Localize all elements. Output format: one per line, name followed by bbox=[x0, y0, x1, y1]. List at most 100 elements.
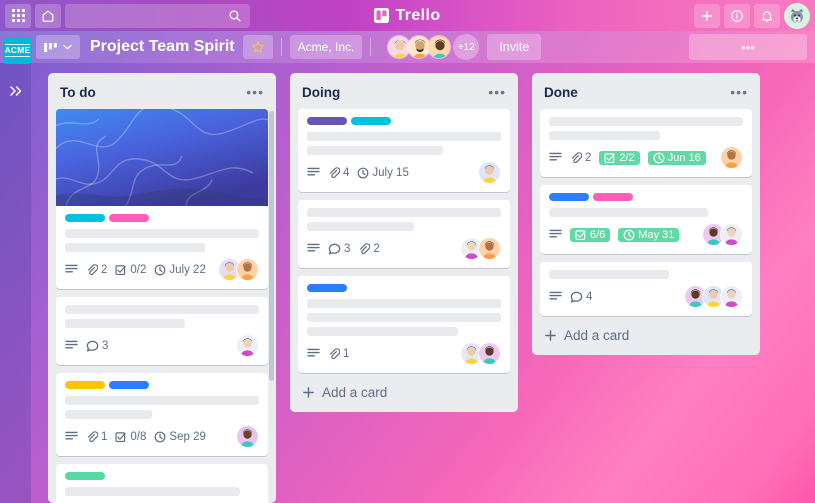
card-labels bbox=[549, 193, 743, 201]
top-bar-actions bbox=[694, 2, 810, 29]
badge-due: Sep 29 bbox=[154, 431, 206, 443]
avatar[interactable] bbox=[478, 237, 501, 260]
list-menu-dots-icon[interactable]: ••• bbox=[488, 84, 506, 100]
badge-due-done: Jun 16 bbox=[647, 150, 706, 165]
add-button[interactable] bbox=[694, 3, 720, 28]
avatar[interactable] bbox=[427, 35, 452, 59]
attachment-icon bbox=[86, 263, 98, 276]
card-members bbox=[460, 237, 501, 260]
list-header: Done ••• bbox=[532, 73, 760, 109]
badge-text: 4 bbox=[343, 166, 350, 179]
workspace-logo[interactable]: ACME bbox=[3, 37, 32, 64]
global-top-bar: Trello bbox=[0, 0, 815, 31]
add-card-button[interactable]: Add a card bbox=[290, 373, 518, 412]
card-label[interactable] bbox=[65, 381, 105, 389]
card-badges: 3 bbox=[65, 334, 259, 357]
avatar[interactable] bbox=[236, 425, 259, 448]
card-body: 1 0/8 Sep 29 bbox=[56, 373, 268, 456]
card-title-placeholder bbox=[549, 117, 743, 126]
card-title-placeholder bbox=[65, 487, 240, 496]
card-label[interactable] bbox=[351, 117, 391, 125]
badge-checklist: 0/8 bbox=[115, 431, 146, 443]
apps-grid-button[interactable] bbox=[5, 3, 31, 28]
list-title[interactable]: Done bbox=[544, 85, 578, 100]
badge-due-done: May 31 bbox=[618, 227, 680, 242]
card-members bbox=[702, 223, 743, 246]
badge-text: 4 bbox=[586, 290, 593, 303]
description-icon bbox=[307, 348, 320, 359]
card-labels bbox=[65, 381, 259, 389]
list-title[interactable]: To do bbox=[60, 85, 96, 100]
badge-description bbox=[307, 167, 320, 178]
search-input[interactable] bbox=[65, 3, 250, 28]
list-title[interactable]: Doing bbox=[302, 85, 340, 100]
badge-text: 2 bbox=[373, 242, 380, 255]
avatar[interactable] bbox=[720, 146, 743, 169]
card-label[interactable] bbox=[307, 117, 347, 125]
board-view-switcher[interactable] bbox=[36, 35, 80, 59]
card[interactable]: 1 bbox=[298, 276, 510, 373]
list-scrollbar[interactable] bbox=[269, 111, 274, 381]
badge-description bbox=[65, 340, 78, 351]
attachment-icon bbox=[358, 242, 371, 255]
workspace-name-button[interactable]: Acme, Inc. bbox=[289, 35, 363, 59]
avatar[interactable] bbox=[478, 161, 501, 184]
card-list: 2 0/2 July 22 3 1 0/8 Sep 29 bbox=[48, 109, 276, 503]
notifications-button[interactable] bbox=[754, 3, 780, 28]
page-title[interactable]: Project Team Spirit bbox=[90, 38, 235, 56]
card-members bbox=[684, 285, 743, 308]
avatar[interactable] bbox=[236, 334, 259, 357]
board-menu-button[interactable]: ••• bbox=[689, 34, 807, 60]
card-label[interactable] bbox=[109, 214, 149, 222]
card-label[interactable] bbox=[65, 214, 105, 222]
badge-text: 3 bbox=[344, 242, 351, 255]
card[interactable]: 1 0/8 Sep 29 bbox=[56, 373, 268, 456]
user-avatar-button[interactable] bbox=[784, 2, 810, 29]
card-label[interactable] bbox=[109, 381, 149, 389]
badge-text: Jun 16 bbox=[667, 151, 701, 164]
badge-text: 6/6 bbox=[590, 228, 606, 241]
board-header: Project Team Spirit Acme, Inc. +12 Invit… bbox=[0, 31, 815, 63]
card-label[interactable] bbox=[549, 193, 589, 201]
avatar[interactable] bbox=[720, 285, 743, 308]
list-menu-dots-icon[interactable]: ••• bbox=[246, 84, 264, 100]
card-title-placeholder bbox=[549, 131, 660, 140]
plus-icon bbox=[544, 329, 557, 342]
card[interactable]: 2 2/2 Jun 16 bbox=[540, 109, 752, 177]
badge-checklist-done: 6/6 bbox=[570, 227, 611, 242]
card-label[interactable] bbox=[593, 193, 633, 201]
card[interactable]: 2 0/2 July 22 bbox=[56, 109, 268, 289]
card-labels bbox=[65, 214, 259, 222]
list-menu-dots-icon[interactable]: ••• bbox=[730, 84, 748, 100]
sidebar-expand-button[interactable] bbox=[9, 85, 23, 503]
info-button[interactable] bbox=[724, 3, 750, 28]
invite-button[interactable]: Invite bbox=[487, 34, 542, 60]
star-board-button[interactable] bbox=[242, 35, 273, 59]
avatar[interactable] bbox=[236, 258, 259, 281]
card-body bbox=[56, 464, 268, 503]
home-button[interactable] bbox=[35, 3, 61, 28]
card-list: 4 July 15 3 2 1 bbox=[290, 109, 518, 373]
comment-icon bbox=[86, 340, 99, 352]
header-divider-1 bbox=[280, 38, 282, 56]
card[interactable]: 4 July 15 bbox=[298, 109, 510, 192]
card[interactable]: 3 2 bbox=[298, 200, 510, 268]
card-title-placeholder bbox=[307, 146, 443, 155]
card-label[interactable] bbox=[65, 472, 105, 480]
avatar[interactable] bbox=[478, 342, 501, 365]
badge-text: 1 bbox=[101, 430, 108, 443]
badge-comment: 3 bbox=[86, 340, 108, 352]
extra-members-count[interactable]: +12 bbox=[453, 34, 480, 60]
avatar[interactable] bbox=[720, 223, 743, 246]
description-icon bbox=[549, 229, 562, 240]
comment-icon bbox=[328, 243, 341, 255]
card[interactable]: 3 bbox=[56, 297, 268, 365]
card[interactable] bbox=[56, 464, 268, 503]
card[interactable]: 4 bbox=[540, 262, 752, 316]
add-card-button[interactable]: Add a card bbox=[532, 316, 760, 355]
badge-comment: 3 bbox=[328, 243, 350, 255]
card[interactable]: 6/6 May 31 bbox=[540, 185, 752, 254]
card-label[interactable] bbox=[307, 284, 347, 292]
card-title-placeholder bbox=[549, 270, 670, 279]
home-icon bbox=[41, 9, 55, 23]
